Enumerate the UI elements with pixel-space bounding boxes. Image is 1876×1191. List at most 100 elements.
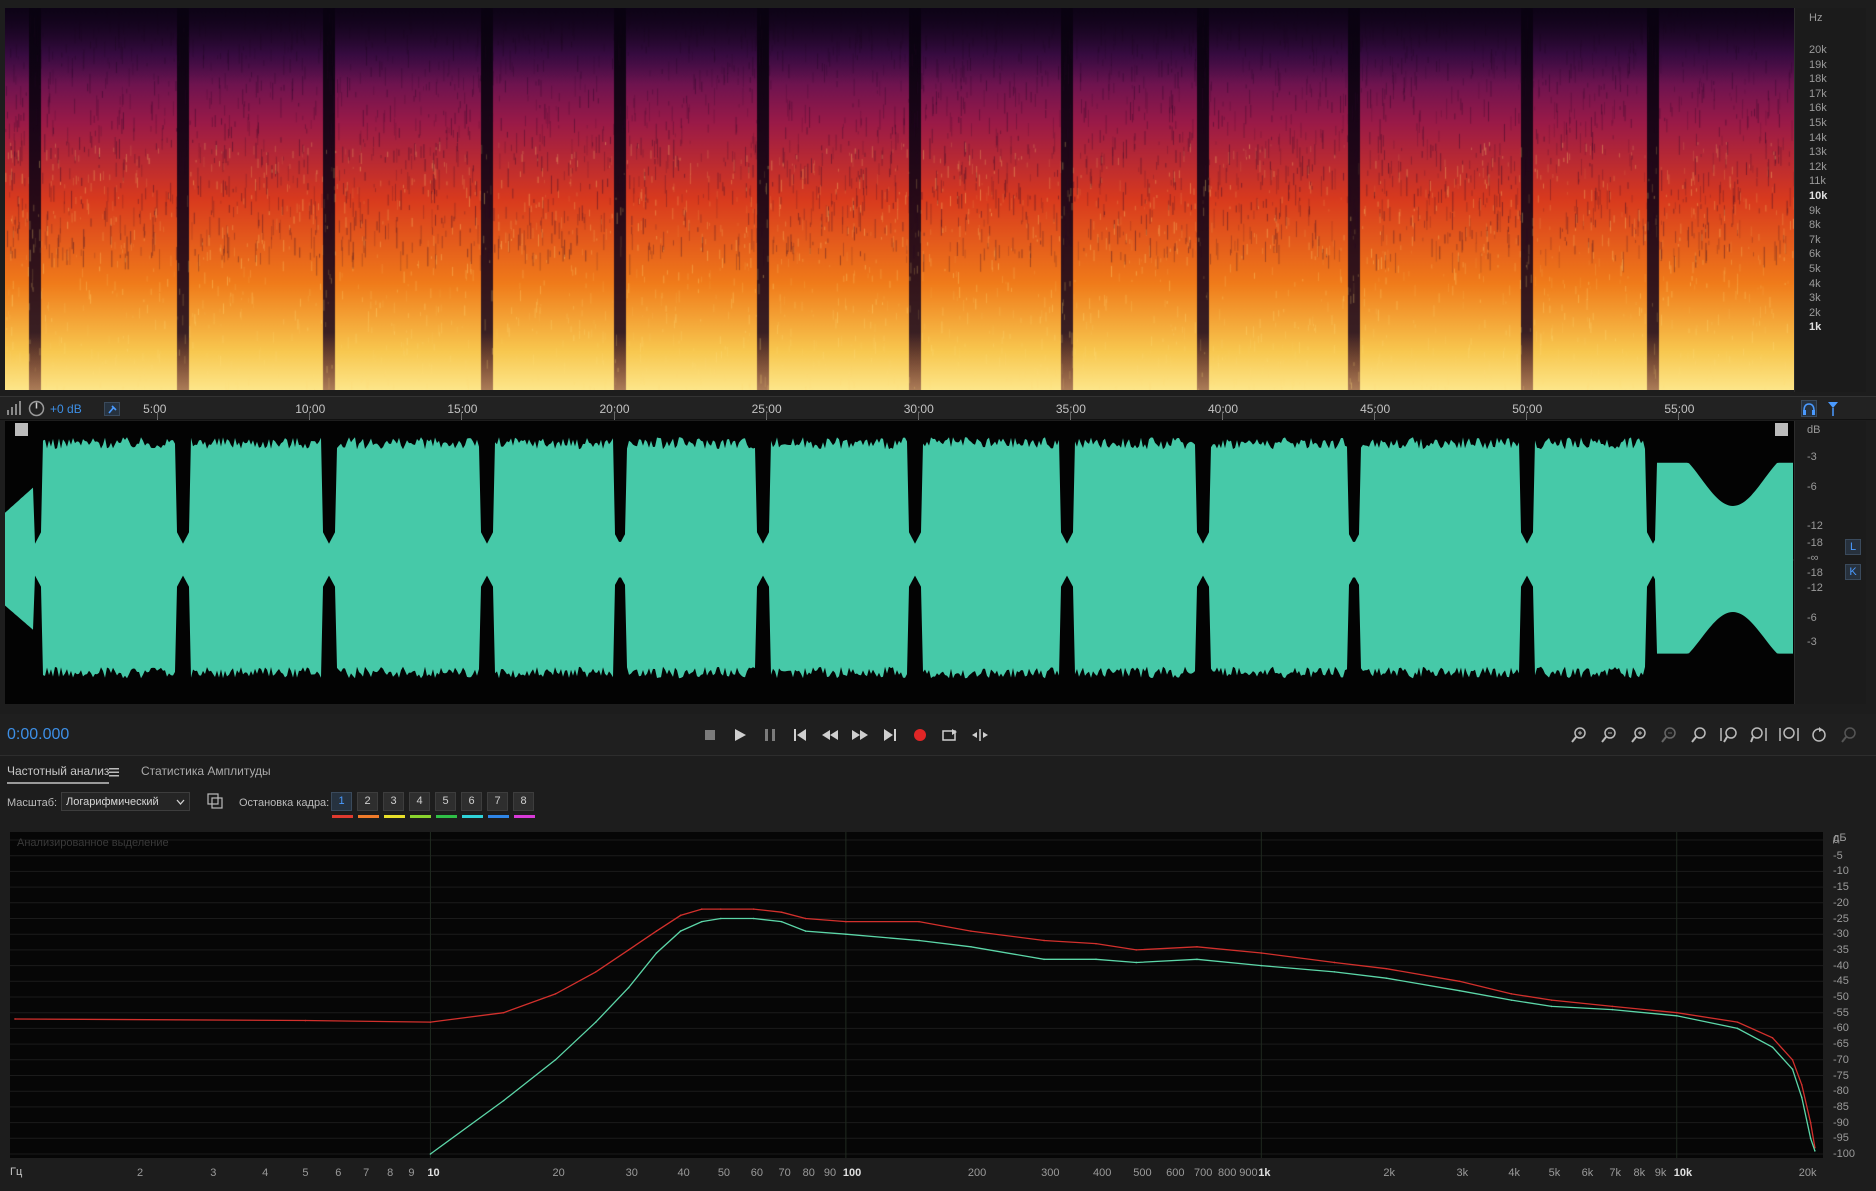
marker-icon[interactable] [1826, 400, 1840, 417]
timeline-tick-label: 45:00 [1360, 402, 1391, 416]
spectrogram-freq-tick: 11k [1809, 175, 1826, 188]
spectrogram-freq-tick: 19k [1809, 58, 1827, 71]
loop-button[interactable] [938, 723, 962, 747]
frequency-chart [10, 832, 1823, 1158]
freq-db-tick: -45 [1833, 975, 1849, 988]
play-icon [734, 729, 746, 741]
timeline-tick-label: 20:00 [599, 402, 630, 416]
tab-amplitude-statistics[interactable]: Статистика Амплитуды [141, 764, 271, 778]
freeze-frame-color-bar [384, 815, 405, 818]
zoom-reset-button[interactable] [1807, 723, 1831, 747]
fast-forward-button[interactable] [848, 723, 872, 747]
frequency-data-point [1458, 989, 1461, 992]
waveform-db-tick: -3 [1807, 636, 1817, 648]
freeze-frame-button-1[interactable]: 1 [331, 792, 353, 818]
stop-button[interactable] [698, 723, 722, 747]
frequency-data-point [780, 911, 783, 914]
skip-to-end-button[interactable] [878, 723, 902, 747]
zoom-reset-icon [1812, 727, 1826, 742]
frequency-data-point [1510, 999, 1513, 1001]
timeline-ruler[interactable]: +0 dB 5:00 10:00 15:00 20:00 25:00 30:00 35:00… [0, 396, 1876, 420]
frequency-data-point [701, 920, 703, 923]
timeline-tick [1678, 412, 1680, 420]
frequency-data-point [1791, 1059, 1794, 1061]
record-button[interactable] [908, 723, 932, 747]
current-time-display[interactable]: 0:00.000 [7, 726, 69, 744]
headphones-icon[interactable] [1801, 400, 1817, 417]
zoom-disabled-button[interactable] [1837, 723, 1861, 747]
zoom-in-amplitude-button[interactable] [1567, 723, 1591, 747]
freq-x-tick: 100 [842, 1167, 862, 1179]
skip-silence-icon [972, 729, 988, 741]
frequency-analysis-plot[interactable]: Анализированное выделение [10, 832, 1823, 1158]
frequency-data-point [918, 920, 920, 923]
frequency-data-point [1736, 1021, 1739, 1023]
freq-x-tick: 20k [1798, 1167, 1817, 1179]
gain-value[interactable]: +0 dB [50, 402, 82, 416]
analyzed-selection-label: Анализированное выделение [17, 837, 169, 849]
frequency-data-point [1809, 1137, 1812, 1140]
frequency-data-point [1385, 967, 1388, 970]
frequency-data-point [804, 930, 807, 932]
zoom-left-button[interactable] [1717, 723, 1741, 747]
freq-x-tick: 90 [823, 1167, 837, 1179]
freeze-frame-button-6[interactable]: 6 [461, 792, 483, 818]
zoom-out-amplitude-button[interactable] [1597, 723, 1621, 747]
timeline-tick [1526, 412, 1528, 420]
frequency-data-point [752, 917, 755, 920]
waveform-view[interactable] [5, 421, 1794, 704]
freq-x-tick: 8 [387, 1167, 394, 1179]
play-button[interactable] [728, 723, 752, 747]
frequency-data-point [627, 949, 630, 951]
freeze-frame-number: 2 [364, 795, 371, 807]
spectrogram-view[interactable] [5, 8, 1794, 390]
freeze-frame-color-bar [358, 815, 379, 818]
rewind-button[interactable] [818, 723, 842, 747]
pin-icon[interactable] [104, 402, 120, 416]
tab-frequency-analysis[interactable]: Частотный анализ [7, 764, 110, 784]
panel-menu-icon[interactable] [109, 764, 119, 777]
copy-frame-icon[interactable] [207, 793, 223, 809]
zoom-selection-button[interactable] [1687, 723, 1711, 747]
channel-right-toggle[interactable]: K [1845, 564, 1861, 580]
zoom-out-amplitude-icon [1601, 727, 1616, 743]
meter-icon[interactable] [7, 401, 21, 415]
zoom-right-button[interactable] [1747, 723, 1771, 747]
frequency-data-point [1196, 958, 1198, 961]
freq-db-tick: -55 [1833, 1006, 1849, 1019]
freq-x-tick: 9 [408, 1167, 415, 1179]
zoom-in-amplitude-icon [1571, 727, 1586, 743]
freeze-frame-button-2[interactable]: 2 [357, 792, 379, 818]
freq-db-tick: -80 [1833, 1085, 1849, 1098]
freeze-frame-button-5[interactable]: 5 [435, 792, 457, 818]
freeze-frame-button-3[interactable]: 3 [383, 792, 405, 818]
corner-expand-icon[interactable] [1775, 423, 1788, 436]
corner-collapse-icon[interactable] [15, 423, 28, 436]
freeze-frame-button-4[interactable]: 4 [409, 792, 431, 818]
skip-to-start-button[interactable] [788, 723, 812, 747]
freq-x-tick: 200 [967, 1167, 987, 1179]
frequency-data-point [1550, 999, 1553, 1001]
pause-button[interactable] [758, 723, 782, 747]
spectrogram-freq-tick: 12k [1809, 160, 1827, 173]
waveform-db-tick: -∞ [1807, 552, 1819, 564]
frequency-data-point [429, 1021, 432, 1023]
zoom-out-full-button[interactable] [1777, 723, 1801, 747]
freeze-frame-button-7[interactable]: 7 [487, 792, 509, 818]
frequency-data-point [554, 1059, 557, 1061]
frequency-data-point [970, 930, 972, 932]
spectrogram-freq-tick: 6k [1809, 248, 1821, 261]
gain-knob-icon[interactable] [28, 400, 45, 417]
scale-dropdown[interactable]: Логарифмический [61, 792, 190, 811]
frequency-data-point [679, 930, 682, 932]
channel-left-toggle[interactable]: L [1845, 539, 1861, 555]
waveform-plot [5, 437, 1794, 679]
timeline-tick [1374, 412, 1376, 420]
freeze-frame-button-8[interactable]: 8 [513, 792, 535, 818]
zoom-out-time-button[interactable] [1657, 723, 1681, 747]
freq-x-tick: 5k [1548, 1167, 1561, 1179]
frequency-data-point [1333, 961, 1336, 964]
skip-silence-button[interactable] [968, 723, 992, 747]
freq-db-tick: -5 [1833, 849, 1843, 862]
zoom-in-time-button[interactable] [1627, 723, 1651, 747]
